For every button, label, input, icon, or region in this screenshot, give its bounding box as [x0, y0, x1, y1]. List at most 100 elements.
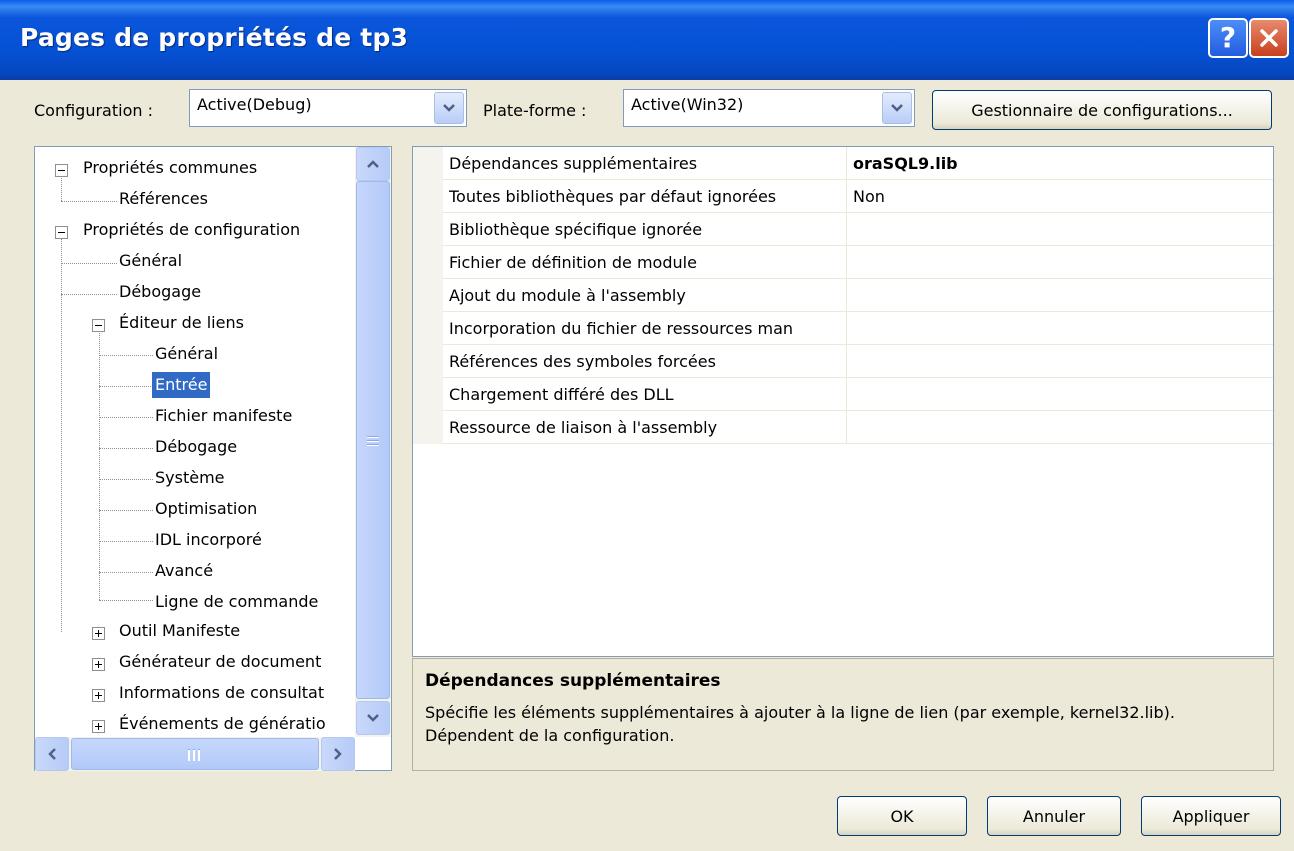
- property-row[interactable]: Ajout du module à l'assembly: [413, 279, 1273, 312]
- tree-line: [99, 386, 153, 387]
- tree-item-avance[interactable]: Avancé: [155, 561, 213, 580]
- tree-item-outil-manifeste[interactable]: Outil Manifeste: [119, 621, 240, 640]
- property-row[interactable]: Ressource de liaison à l'assembly: [413, 411, 1273, 444]
- property-name: Dépendances supplémentaires: [449, 154, 698, 173]
- platform-value: Active(Win32): [631, 95, 744, 114]
- tree-item-optimisation[interactable]: Optimisation: [155, 499, 257, 518]
- apply-button[interactable]: Appliquer: [1141, 796, 1281, 836]
- collapse-toggle-icon[interactable]: [92, 319, 105, 332]
- expand-toggle-icon[interactable]: [92, 658, 105, 671]
- expand-toggle-icon[interactable]: [92, 627, 105, 640]
- column-separator[interactable]: [846, 411, 847, 444]
- scroll-right-button[interactable]: [321, 737, 355, 771]
- tree-line: [99, 330, 100, 600]
- configuration-dropdown-button[interactable]: [434, 92, 464, 124]
- close-icon: [1260, 29, 1278, 47]
- row-gutter: [413, 411, 443, 444]
- tree-item-evenements-generation[interactable]: Événements de génératio: [119, 714, 326, 733]
- configuration-select[interactable]: Active(Debug): [189, 89, 467, 127]
- scroll-left-button[interactable]: [35, 737, 69, 771]
- scroll-up-button[interactable]: [356, 147, 390, 181]
- column-separator[interactable]: [846, 246, 847, 279]
- description-text: Spécifie les éléments supplémentaires à …: [425, 703, 1175, 745]
- row-gutter: [413, 312, 443, 345]
- help-button[interactable]: ?: [1208, 18, 1248, 58]
- configuration-manager-button[interactable]: Gestionnaire de configurations...: [932, 90, 1272, 130]
- chevron-down-icon: [443, 104, 455, 112]
- column-separator[interactable]: [846, 345, 847, 378]
- tree-item-debogage[interactable]: Débogage: [119, 282, 201, 301]
- column-separator[interactable]: [846, 213, 847, 246]
- vertical-scroll-thumb[interactable]: [356, 181, 390, 699]
- platform-label: Plate-forme :: [483, 101, 587, 120]
- horizontal-scroll-thumb[interactable]: [71, 738, 319, 770]
- tree-item-linker-general[interactable]: Général: [155, 344, 218, 363]
- tree-item-systeme[interactable]: Système: [155, 468, 225, 487]
- tree-horizontal-scrollbar[interactable]: [35, 737, 355, 771]
- tree-item-idl-incorpore[interactable]: IDL incorporé: [155, 530, 262, 549]
- tree-item-ligne-commande[interactable]: Ligne de commande: [155, 592, 318, 611]
- configuration-label: Configuration :: [34, 101, 153, 120]
- property-row[interactable]: Incorporation du fichier de ressources m…: [413, 312, 1273, 345]
- property-row[interactable]: Toutes bibliothèques par défaut ignorées…: [413, 180, 1273, 213]
- column-separator[interactable]: [846, 312, 847, 345]
- tree-item-entree-selected[interactable]: Entrée: [152, 372, 211, 398]
- property-tree[interactable]: Propriétés communes Références Propriété…: [34, 146, 392, 771]
- property-row[interactable]: Chargement différé des DLL: [413, 378, 1273, 411]
- tree-line: [99, 479, 153, 480]
- scroll-grip: [367, 444, 379, 446]
- description-title: Dépendances supplémentaires: [425, 671, 721, 691]
- cancel-button[interactable]: Annuler: [987, 796, 1121, 836]
- expand-toggle-icon[interactable]: [92, 720, 105, 733]
- tree-item-editeur-liens[interactable]: Éditeur de liens: [119, 313, 244, 332]
- scroll-down-button[interactable]: [356, 701, 390, 735]
- scroll-grip: [367, 436, 379, 438]
- chevron-down-icon: [891, 104, 903, 112]
- column-separator[interactable]: [846, 147, 847, 180]
- platform-dropdown-button[interactable]: [882, 92, 912, 124]
- tree-item-informations-consultation[interactable]: Informations de consultat: [119, 683, 324, 702]
- configuration-value: Active(Debug): [197, 95, 312, 114]
- tree-item-references[interactable]: Références: [119, 189, 208, 208]
- property-name: Toutes bibliothèques par défaut ignorées: [449, 187, 777, 206]
- chevron-right-icon: [334, 748, 342, 760]
- tree-item-generateur-document[interactable]: Générateur de document: [119, 652, 321, 671]
- collapse-toggle-icon[interactable]: [55, 226, 68, 239]
- platform-select[interactable]: Active(Win32): [623, 89, 915, 127]
- chevron-up-icon: [367, 160, 379, 168]
- column-separator[interactable]: [846, 378, 847, 411]
- title-bar[interactable]: Pages de propriétés de tp3 ?: [0, 0, 1294, 80]
- tree-line: [99, 600, 153, 601]
- property-row[interactable]: Dépendances supplémentaires oraSQL9.lib: [413, 147, 1273, 180]
- tree-line: [61, 232, 62, 632]
- expand-toggle-icon[interactable]: [92, 689, 105, 702]
- property-value[interactable]: Non: [853, 187, 885, 206]
- description-panel: Dépendances supplémentaires Spécifie les…: [412, 658, 1274, 771]
- property-row[interactable]: Fichier de définition de module: [413, 246, 1273, 279]
- scroll-grip: [367, 440, 379, 442]
- column-separator[interactable]: [846, 279, 847, 312]
- collapse-toggle-icon[interactable]: [55, 164, 68, 177]
- tree-item-linker-debogage[interactable]: Débogage: [155, 437, 237, 456]
- tree-line: [99, 510, 153, 511]
- property-name: Chargement différé des DLL: [449, 385, 674, 404]
- close-button[interactable]: [1249, 18, 1289, 58]
- column-separator[interactable]: [846, 180, 847, 213]
- ok-button[interactable]: OK: [837, 796, 967, 836]
- dialog-window: Pages de propriétés de tp3 ? Configurati…: [0, 0, 1294, 851]
- tree-vertical-scrollbar[interactable]: [355, 147, 391, 737]
- tree-item-general[interactable]: Général: [119, 251, 182, 270]
- property-value[interactable]: oraSQL9.lib: [853, 154, 958, 173]
- property-grid[interactable]: Dépendances supplémentaires oraSQL9.lib …: [412, 146, 1274, 657]
- tree-item-proprietes-communes[interactable]: Propriétés communes: [83, 158, 257, 177]
- tree-line: [99, 572, 153, 573]
- property-row[interactable]: Références des symboles forcées: [413, 345, 1273, 378]
- property-name: Incorporation du fichier de ressources m…: [449, 319, 794, 338]
- tree-item-proprietes-configuration[interactable]: Propriétés de configuration: [83, 220, 300, 239]
- property-row[interactable]: Bibliothèque spécifique ignorée: [413, 213, 1273, 246]
- window-title: Pages de propriétés de tp3: [20, 23, 409, 52]
- tree-item-fichier-manifeste[interactable]: Fichier manifeste: [155, 406, 292, 425]
- tree-line: [61, 201, 117, 202]
- property-name: Ajout du module à l'assembly: [449, 286, 686, 305]
- scroll-grip: [188, 749, 190, 761]
